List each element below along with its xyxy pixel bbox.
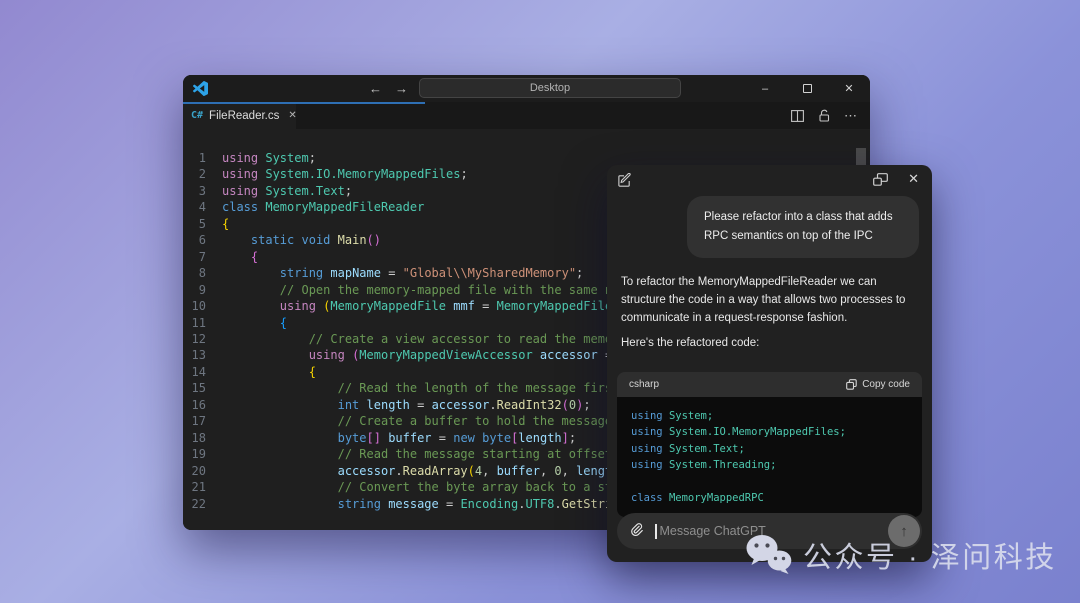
user-message-bubble: Please refactor into a class that adds R… (687, 196, 919, 258)
chat-code-block: csharp Copy code using System;using Syst… (617, 372, 922, 517)
code-block-header: csharp Copy code (617, 372, 922, 397)
popout-window-icon[interactable] (873, 173, 888, 186)
code-line: using System.IO.MemoryMappedFiles; (631, 424, 908, 440)
window-controls: – ✕ (744, 75, 870, 102)
copy-code-label: Copy code (862, 379, 910, 390)
code-line: 1using System; (183, 150, 870, 166)
csharp-file-icon: C# (191, 110, 203, 121)
line-number: 8 (183, 265, 222, 281)
code-line (631, 474, 908, 490)
line-number: 2 (183, 166, 222, 182)
tab-close-icon[interactable]: ✕ (288, 110, 296, 121)
line-number: 14 (183, 364, 222, 380)
line-number: 6 (183, 232, 222, 248)
code-line: using System.Text; (631, 441, 908, 457)
line-number: 13 (183, 347, 222, 363)
close-window-button[interactable]: ✕ (828, 75, 870, 102)
desktop-background: ← → Desktop – ✕ C# FileReader.cs ✕ (0, 0, 1080, 603)
assistant-paragraph: To refactor the MemoryMappedFileReader w… (621, 273, 921, 327)
tab-label: FileReader.cs (209, 110, 279, 122)
line-number: 5 (183, 216, 222, 232)
code-line: using System; (631, 408, 908, 424)
line-number: 17 (183, 413, 222, 429)
line-number: 19 (183, 446, 222, 462)
code-language-label: csharp (629, 379, 659, 390)
unlock-icon[interactable] (818, 109, 830, 122)
line-number: 16 (183, 397, 222, 413)
line-number: 10 (183, 298, 222, 314)
active-tab-accent-line (183, 102, 425, 104)
back-arrow-icon[interactable]: ← (369, 81, 382, 96)
tab-filereader[interactable]: C# FileReader.cs ✕ (183, 102, 296, 129)
line-number: 9 (183, 282, 222, 298)
tab-bar: C# FileReader.cs ✕ ⋯ (183, 102, 870, 129)
vscode-titlebar: ← → Desktop – ✕ (183, 75, 870, 102)
more-actions-icon[interactable]: ⋯ (844, 108, 857, 124)
maximize-button[interactable] (786, 75, 828, 102)
chat-code-body: using System;using System.IO.MemoryMappe… (617, 397, 922, 517)
watermark-text: 公众号 · 泽问科技 (803, 534, 1057, 576)
line-number: 21 (183, 479, 222, 495)
new-chat-icon[interactable] (617, 173, 632, 188)
line-number: 22 (183, 496, 222, 512)
user-message-text: Please refactor into a class that adds R… (704, 211, 893, 242)
line-number: 7 (183, 249, 222, 265)
text-cursor (655, 524, 657, 539)
line-number: 1 (183, 150, 222, 166)
split-editor-icon[interactable] (791, 110, 804, 122)
line-number: 15 (183, 380, 222, 396)
close-chat-icon[interactable]: ✕ (908, 171, 919, 187)
copy-code-button[interactable]: Copy code (846, 379, 910, 390)
line-number: 18 (183, 430, 222, 446)
chatgpt-panel: ✕ Please refactor into a class that adds… (607, 165, 932, 562)
command-center-search[interactable]: Desktop (419, 78, 681, 98)
copy-icon (846, 379, 857, 390)
wechat-icon (745, 533, 793, 577)
line-number: 12 (183, 331, 222, 347)
nav-arrows: ← → (369, 75, 408, 102)
line-number: 4 (183, 199, 222, 215)
code-line: using System.Threading; (631, 457, 908, 473)
minimize-button[interactable]: – (744, 75, 786, 102)
maximize-icon (803, 84, 812, 93)
assistant-paragraph: Here's the refactored code: (621, 337, 921, 349)
search-label: Desktop (530, 82, 570, 94)
watermark: 公众号 · 泽问科技 (745, 533, 1057, 577)
forward-arrow-icon[interactable]: → (395, 81, 408, 96)
line-number: 3 (183, 183, 222, 199)
line-number: 11 (183, 315, 222, 331)
attach-file-icon[interactable] (630, 523, 645, 540)
code-line: class MemoryMappedRPC (631, 490, 908, 506)
editor-actions: ⋯ (791, 102, 870, 129)
vscode-logo-icon (193, 81, 208, 96)
line-number: 20 (183, 463, 222, 479)
